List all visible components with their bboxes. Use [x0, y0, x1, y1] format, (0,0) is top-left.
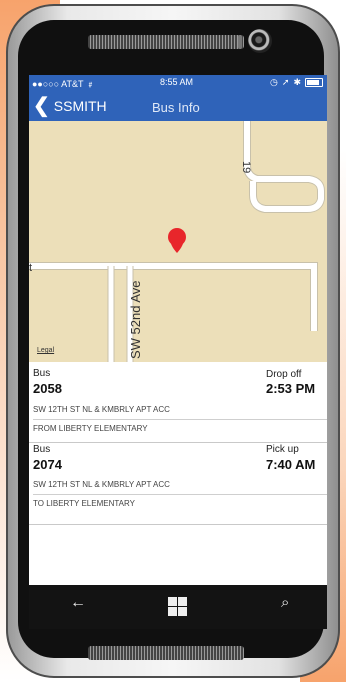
- speaker-grille-bottom: [88, 646, 244, 660]
- status-time: 8:55 AM: [160, 77, 194, 87]
- road-main-fill: [29, 263, 317, 331]
- trip-list: Bus 2058 Drop off 2:53 PM SW 12TH ST NL …: [29, 362, 327, 525]
- map-view[interactable]: SW 52nd Ave 19 t Legal: [29, 121, 327, 362]
- back-button[interactable]: ❮ SSMITH: [33, 96, 107, 116]
- trip-card[interactable]: Bus 2074 Pick up 7:40 AM SW 12TH ST NL &…: [29, 443, 327, 525]
- alarm-icon: ◷: [270, 77, 278, 87]
- street-label-left: t: [29, 262, 32, 274]
- front-camera: [248, 29, 272, 53]
- map-roads: SW 52nd Ave 19 t: [29, 121, 325, 362]
- map-pin-icon[interactable]: [168, 228, 186, 253]
- app-screen: ●●○○○ AT&T ﹟ 8:55 AM ◷ ➚ ✱ ❮ SSMITH Bus …: [29, 75, 327, 585]
- bus-label: Bus: [33, 444, 51, 455]
- chevron-left-icon: ❮: [33, 95, 50, 117]
- wifi-icon: ﹟: [85, 79, 95, 89]
- sensor-slot: [238, 35, 242, 49]
- bluetooth-icon: ✱: [293, 77, 301, 87]
- bus-label: Bus: [33, 368, 51, 379]
- street-label-corner: 19: [240, 161, 252, 173]
- nav-bar: ❮ SSMITH Bus Info: [29, 91, 327, 121]
- bus-number: 2058: [33, 381, 62, 396]
- trip-time: 2:53 PM: [266, 381, 316, 396]
- carrier-signal: ●●○○○ AT&T ﹟: [32, 79, 95, 89]
- battery-icon: [305, 78, 323, 87]
- road-curve-outline: [243, 121, 325, 213]
- status-bar: ●●○○○ AT&T ﹟ 8:55 AM ◷ ➚ ✱: [29, 75, 327, 91]
- time-label: Drop off: [266, 369, 302, 380]
- stop-name: SW 12TH ST NL & KMBRLY APT ACC: [33, 480, 170, 489]
- back-arrow-icon[interactable]: ←: [70, 594, 86, 612]
- status-icons: ◷ ➚ ✱: [270, 77, 323, 88]
- stop-name: SW 12TH ST NL & KMBRLY APT ACC: [33, 405, 170, 414]
- street-label-52nd: SW 52nd Ave: [128, 280, 143, 359]
- page-title: Bus Info: [152, 100, 200, 115]
- location-icon: ➚: [281, 77, 290, 87]
- trip-direction: FROM LIBERTY ELEMENTARY: [33, 424, 148, 433]
- trip-direction: TO LIBERTY ELEMENTARY: [33, 499, 135, 508]
- road-curve: [244, 121, 324, 212]
- legal-link[interactable]: Legal: [37, 347, 54, 354]
- trip-card[interactable]: Bus 2058 Drop off 2:53 PM SW 12TH ST NL …: [29, 362, 327, 443]
- search-icon[interactable]: ⌕: [281, 594, 289, 611]
- back-label: SSMITH: [53, 98, 107, 114]
- time-label: Pick up: [266, 444, 299, 455]
- divider: [33, 419, 327, 420]
- trip-time: 7:40 AM: [266, 457, 316, 472]
- road-main: [29, 262, 318, 331]
- speaker-grille-top: [88, 35, 244, 49]
- windows-icon[interactable]: [168, 597, 187, 616]
- softkey-bar: ← ⌕: [29, 585, 327, 629]
- divider: [33, 494, 327, 495]
- bus-number: 2074: [33, 457, 62, 472]
